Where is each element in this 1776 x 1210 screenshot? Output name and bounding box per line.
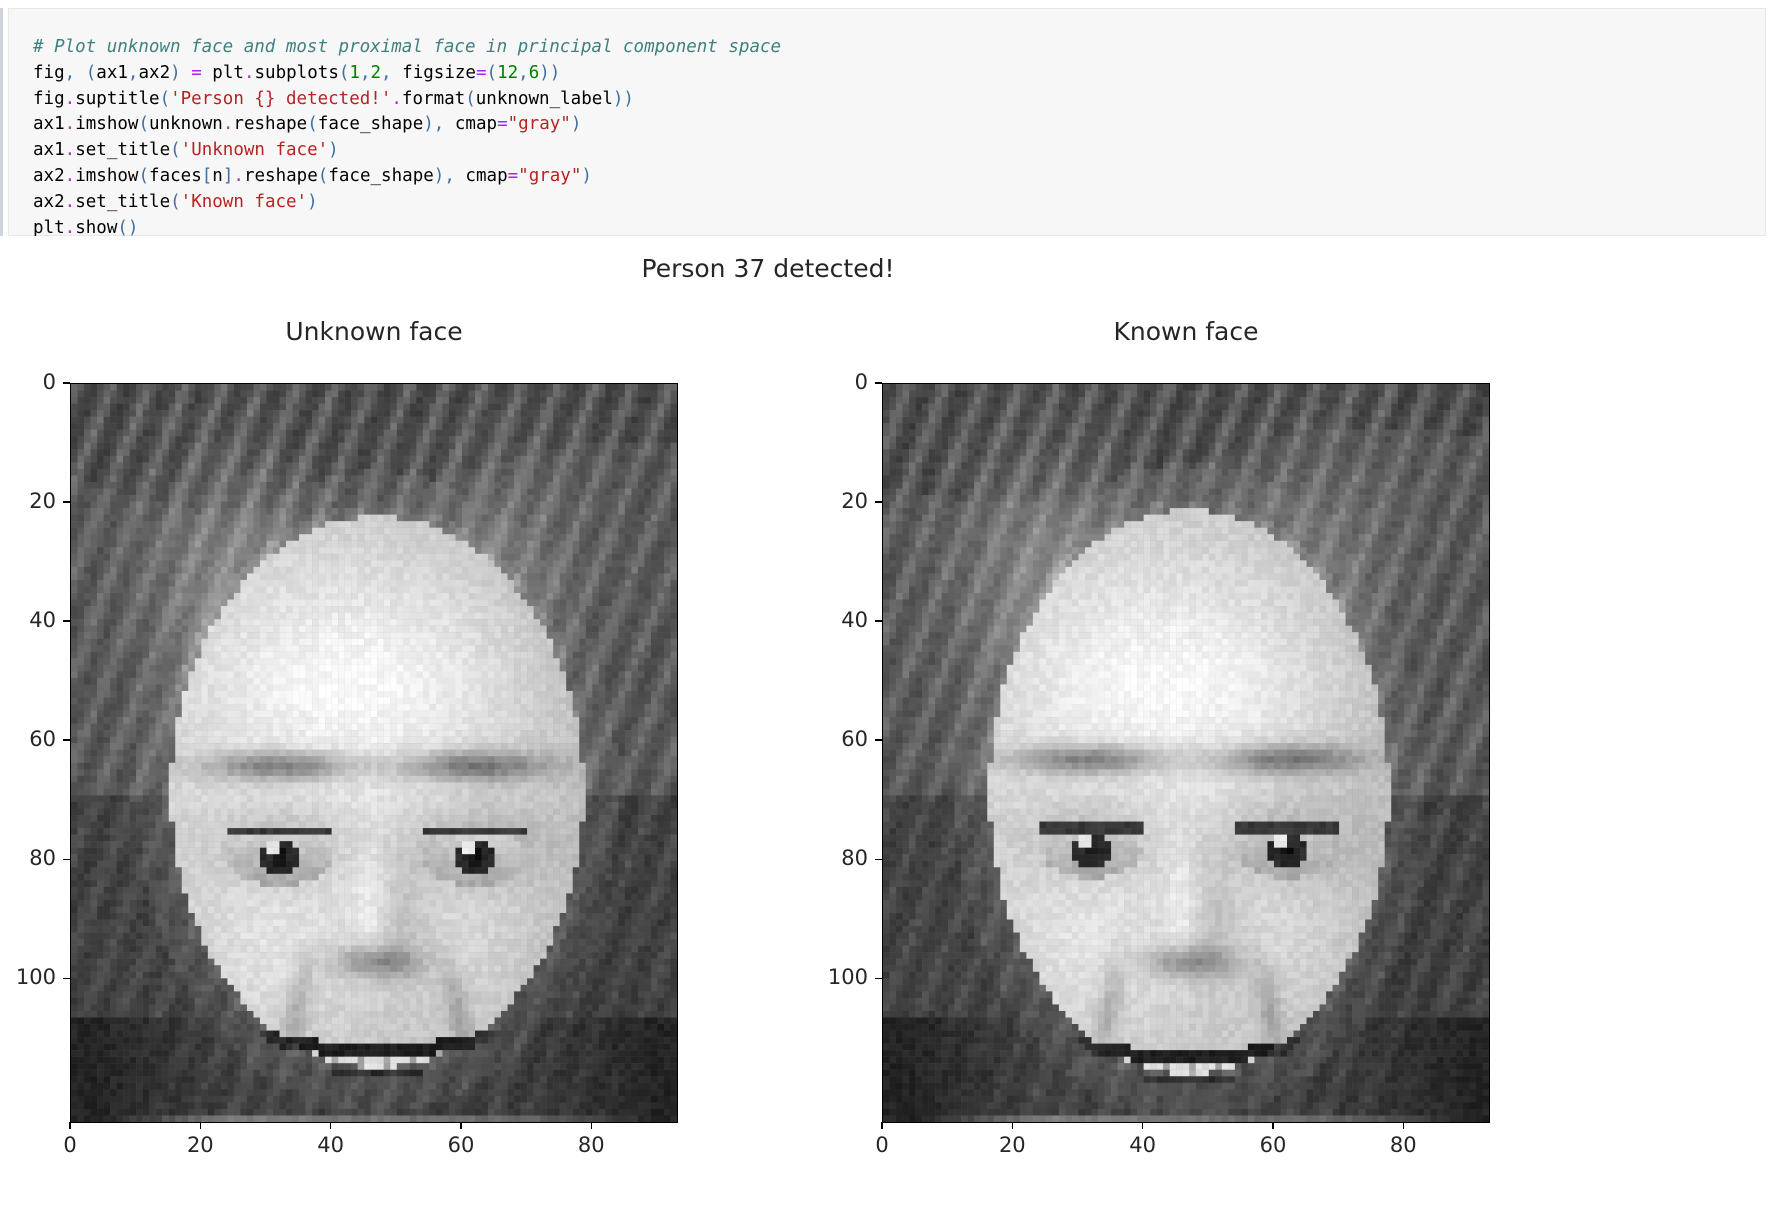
ytick-label: 60	[0, 727, 56, 751]
ytick-mark	[63, 977, 70, 979]
code-cell-accent-bar	[0, 8, 3, 236]
ytick-label: 100	[0, 965, 56, 989]
ytick-label: 20	[0, 489, 56, 513]
ytick-mark	[63, 501, 70, 503]
ytick-mark	[875, 382, 882, 384]
xtick-label: 0	[30, 1133, 110, 1157]
ytick-label: 100	[782, 965, 868, 989]
xtick-label: 80	[551, 1133, 631, 1157]
ytick-mark	[875, 739, 882, 741]
xtick-label: 40	[1103, 1133, 1183, 1157]
ytick-label: 40	[0, 608, 56, 632]
axes-unknown-face	[70, 383, 678, 1123]
xtick-label: 20	[160, 1133, 240, 1157]
ytick-label: 60	[782, 727, 868, 751]
code-listing[interactable]: # Plot unknown face and most proximal fa…	[33, 35, 781, 241]
xtick-label: 80	[1363, 1133, 1443, 1157]
xtick-mark	[199, 1122, 201, 1129]
figure-suptitle: Person 37 detected!	[0, 254, 1536, 283]
ytick-mark	[875, 858, 882, 860]
ytick-mark	[63, 620, 70, 622]
unknown-face-image	[71, 384, 677, 1122]
xtick-label: 40	[291, 1133, 371, 1157]
matplotlib-figure: Person 37 detected! Unknown face Known f…	[0, 236, 1776, 1210]
ytick-mark	[875, 977, 882, 979]
ytick-mark	[63, 739, 70, 741]
ytick-mark	[63, 382, 70, 384]
ytick-label: 40	[782, 608, 868, 632]
code-cell[interactable]: # Plot unknown face and most proximal fa…	[8, 8, 1766, 238]
xtick-mark	[1272, 1122, 1274, 1129]
ytick-label: 0	[782, 370, 868, 394]
xtick-mark	[1402, 1122, 1404, 1129]
xtick-mark	[330, 1122, 332, 1129]
xtick-label: 60	[421, 1133, 501, 1157]
known-face-image	[883, 384, 1489, 1122]
xtick-mark	[69, 1122, 71, 1129]
ytick-mark	[875, 620, 882, 622]
xtick-label: 20	[972, 1133, 1052, 1157]
xtick-mark	[1142, 1122, 1144, 1129]
xtick-mark	[590, 1122, 592, 1129]
subplot-title-known-face: Known face	[882, 317, 1490, 346]
xtick-mark	[881, 1122, 883, 1129]
ytick-label: 80	[782, 846, 868, 870]
ytick-label: 20	[782, 489, 868, 513]
ytick-label: 80	[0, 846, 56, 870]
xtick-label: 0	[842, 1133, 922, 1157]
xtick-label: 60	[1233, 1133, 1313, 1157]
ytick-label: 0	[0, 370, 56, 394]
subplot-title-unknown-face: Unknown face	[70, 317, 678, 346]
xtick-mark	[1011, 1122, 1013, 1129]
axes-known-face	[882, 383, 1490, 1123]
xtick-mark	[460, 1122, 462, 1129]
ytick-mark	[875, 501, 882, 503]
ytick-mark	[63, 858, 70, 860]
